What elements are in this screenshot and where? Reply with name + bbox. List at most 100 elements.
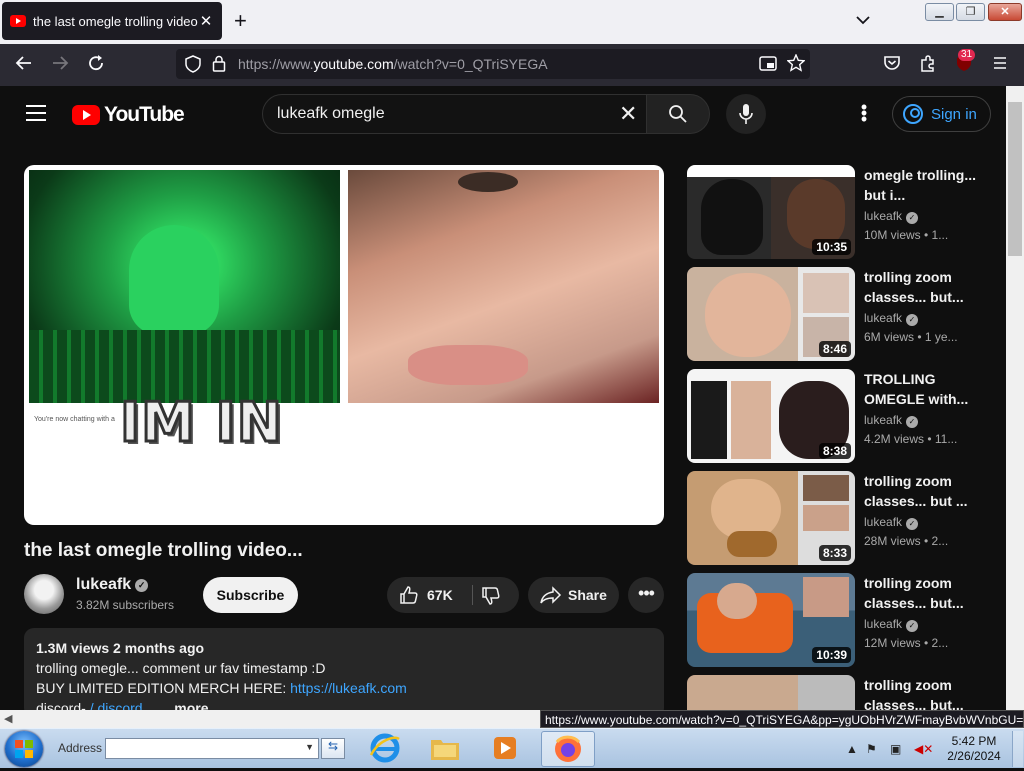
video-player[interactable]: You're now chatting with a IM IN	[24, 165, 664, 525]
vertical-scrollbar[interactable]	[1006, 86, 1024, 710]
verified-check-icon: ✓	[906, 620, 919, 632]
channel-name[interactable]: lukeafk ✓	[864, 311, 919, 326]
guide-menu-icon[interactable]	[26, 105, 46, 121]
scroll-left-icon[interactable]: ◀	[4, 712, 12, 725]
browser-tab[interactable]: the last omegle trolling video... ✕	[2, 2, 222, 40]
search-input[interactable]	[277, 103, 597, 125]
new-tab-button[interactable]: +	[234, 10, 247, 32]
browser-tab-strip: the last omegle trolling video... ✕ + ▁ …	[0, 0, 1024, 44]
recommended-video[interactable]: 8:46 trolling zoom classes... but... luk…	[687, 267, 997, 361]
video-meta: 28M views • 2...	[864, 534, 949, 548]
file-explorer-taskbar-icon[interactable]	[418, 731, 472, 767]
channel-avatar[interactable]	[24, 574, 64, 614]
video-thumbnail[interactable]: 10:35	[687, 165, 855, 259]
address-go-button[interactable]: ⇆	[321, 738, 345, 759]
window-maximize-button[interactable]: ❐	[956, 3, 985, 21]
voice-search-button[interactable]	[726, 94, 766, 134]
youtube-logo[interactable]: YouTube	[72, 103, 185, 127]
description-line: trolling omegle... comment ur fav timest…	[36, 660, 326, 676]
lock-icon[interactable]	[212, 55, 226, 77]
video-title[interactable]: trolling zoom classes... but...	[864, 573, 984, 613]
recommended-video[interactable]: 10:35 omegle trolling... but i... lukeaf…	[687, 165, 997, 259]
picture-in-picture-icon[interactable]	[759, 55, 777, 77]
verified-check-icon: ✓	[906, 212, 919, 224]
like-divider	[472, 585, 473, 605]
video-thumbnail[interactable]: 8:33	[687, 471, 855, 565]
horizontal-scrollbar[interactable]: ◀	[0, 710, 540, 728]
verified-check-icon: ✓	[906, 314, 919, 326]
address-toolbar-label: Address	[58, 741, 103, 755]
video-title[interactable]: trolling zoom classes... but...	[864, 267, 984, 307]
channel-name[interactable]: lukeafk ✓	[864, 209, 919, 224]
recommended-video[interactable]: 8:33 trolling zoom classes... but ... lu…	[687, 471, 997, 565]
video-title[interactable]: TROLLING OMEGLE with...	[864, 369, 984, 409]
dropdown-arrow-icon[interactable]: ▼	[305, 742, 314, 752]
scrollbar-thumb[interactable]	[1008, 102, 1022, 256]
subscribe-button[interactable]: Subscribe	[203, 577, 298, 613]
dislike-button[interactable]	[475, 577, 519, 613]
channel-name[interactable]: lukeafk ✓	[864, 515, 919, 530]
recommended-video[interactable]: trolling zoom classes... but...	[687, 675, 997, 710]
more-actions-button[interactable]: •••	[628, 577, 664, 613]
media-player-taskbar-icon[interactable]	[478, 731, 532, 767]
internet-explorer-taskbar-icon[interactable]	[358, 731, 412, 767]
tab-close-icon[interactable]: ✕	[198, 12, 214, 30]
pocket-icon[interactable]	[880, 54, 904, 78]
address-bar[interactable]: https://www.youtube.com/watch?v=0_QTriSY…	[176, 49, 810, 79]
like-button[interactable]: 67K	[387, 577, 469, 613]
back-arrow-icon[interactable]	[12, 54, 36, 78]
share-button[interactable]: Share	[528, 577, 619, 613]
firefox-taskbar-icon[interactable]	[541, 731, 595, 767]
subscriber-count: 3.82M subscribers	[76, 598, 175, 612]
merch-link[interactable]: https://lukeafk.com	[290, 680, 407, 696]
clear-search-icon[interactable]: ✕	[619, 101, 637, 127]
extensions-puzzle-icon[interactable]	[916, 54, 940, 78]
address-toolbar-input[interactable]: ▼	[105, 738, 319, 759]
app-menu-hamburger-icon[interactable]	[988, 54, 1012, 78]
youtube-logo-text: YouTube	[104, 103, 185, 126]
search-button[interactable]	[646, 94, 710, 134]
window-minimize-button[interactable]: ▁	[925, 3, 954, 21]
start-button[interactable]	[5, 731, 43, 767]
video-meta: 6M views • 1 ye...	[864, 330, 958, 344]
account-icon	[903, 104, 923, 124]
network-icon[interactable]: ▣	[890, 742, 901, 756]
search-box[interactable]: ✕	[262, 94, 647, 134]
video-title: the last omegle trolling video...	[24, 540, 303, 561]
video-thumbnail[interactable]: 8:46	[687, 267, 855, 361]
sign-in-button[interactable]: Sign in	[892, 96, 991, 132]
video-thumbnail[interactable]: 10:39	[687, 573, 855, 667]
video-thumbnail[interactable]: 8:38	[687, 369, 855, 463]
settings-more-icon[interactable]: • • •	[860, 98, 868, 128]
channel-name[interactable]: lukeafk ✓	[864, 617, 919, 632]
list-all-tabs-icon[interactable]	[856, 12, 870, 28]
share-arrow-icon	[540, 586, 562, 604]
like-count: 67K	[427, 587, 453, 603]
system-clock[interactable]: 5:42 PM 2/26/2024	[942, 734, 1006, 764]
video-description[interactable]: 1.3M views 2 months ago trolling omegle.…	[24, 628, 664, 718]
reload-icon[interactable]	[84, 54, 108, 78]
tracking-protection-shield-icon[interactable]	[185, 55, 201, 78]
tab-title: the last omegle trolling video...	[33, 13, 198, 29]
forward-arrow-icon[interactable]	[48, 54, 72, 78]
video-title[interactable]: omegle trolling... but i...	[864, 165, 984, 205]
show-hidden-icons-icon[interactable]: ▲	[846, 742, 858, 756]
recommended-video[interactable]: 10:39 trolling zoom classes... but... lu…	[687, 573, 997, 667]
bookmark-star-icon[interactable]	[786, 53, 806, 77]
windows-taskbar: Address ▼ ⇆ ▲ ⚑ ▣ ◀✕ 5:42 PM 2/26/2024	[0, 728, 1024, 768]
channel-name[interactable]: lukeafk ✓	[864, 413, 919, 428]
player-right-frame-image	[348, 170, 659, 403]
video-thumbnail[interactable]	[687, 675, 855, 710]
channel-name[interactable]: lukeafk ✓	[76, 576, 149, 594]
url-text[interactable]: https://www.youtube.com/watch?v=0_QTriSY…	[238, 56, 548, 72]
recommended-video[interactable]: 8:38 TROLLING OMEGLE with... lukeafk ✓ 4.…	[687, 369, 997, 463]
microphone-icon	[739, 104, 753, 124]
video-title[interactable]: trolling zoom classes... but...	[864, 675, 984, 710]
action-center-flag-icon[interactable]: ⚑	[866, 742, 877, 756]
video-title[interactable]: trolling zoom classes... but ...	[864, 471, 984, 511]
window-close-button[interactable]: ✕	[988, 3, 1022, 21]
verified-check-icon: ✓	[906, 416, 919, 428]
volume-muted-icon[interactable]: ◀✕	[914, 742, 933, 756]
show-desktop-button[interactable]	[1012, 731, 1023, 767]
video-meta: 10M views • 1...	[864, 228, 949, 242]
